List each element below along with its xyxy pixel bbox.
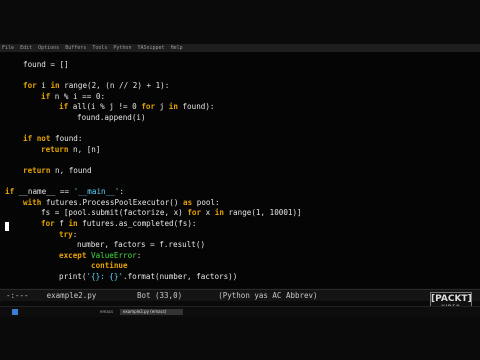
- app-icon[interactable]: [12, 309, 18, 315]
- code-line: except ValueError:: [59, 250, 142, 260]
- code-line: print('{}: {}'.format(number, factors)): [59, 271, 238, 281]
- menu-buffers[interactable]: Buffers: [65, 45, 86, 51]
- menu-options[interactable]: Options: [38, 45, 59, 51]
- menu-python[interactable]: Python: [113, 45, 131, 51]
- code-line: try:: [59, 229, 78, 239]
- taskbar-window-button[interactable]: example2.py (emacs): [120, 309, 183, 315]
- code-line: if n % i == 0:: [41, 91, 106, 101]
- buffer-position: Bot (33,0): [136, 291, 183, 300]
- code-line: if all(i % j != 0 for j in found):: [59, 102, 215, 112]
- code-line: for f in futures.as_completed(fs):: [41, 218, 197, 228]
- code-line: fs = [pool.submit(factorize, x) for x in…: [41, 208, 302, 218]
- menu-yasnippet[interactable]: YASnippet: [137, 45, 164, 51]
- mode-line: -:--- example2.py Bot (33,0) (Python yas…: [0, 289, 480, 301]
- code-line: with futures.ProcessPoolExecutor() as po…: [23, 197, 220, 207]
- menu-bar: File Edit Options Buffers Tools Python Y…: [0, 44, 480, 52]
- major-minor-modes: (Python yas AC Abbrev): [218, 291, 318, 300]
- menu-file[interactable]: File: [2, 45, 14, 51]
- menu-edit[interactable]: Edit: [20, 45, 32, 51]
- menu-tools[interactable]: Tools: [92, 45, 107, 51]
- buffer-filename: example2.py: [46, 291, 97, 300]
- code-line: found = []: [23, 60, 69, 69]
- code-line: return n, found: [23, 165, 92, 175]
- text-cursor: [5, 222, 9, 231]
- code-line: for i in range(2, (n // 2) + 1):: [23, 81, 170, 91]
- code-line: if __name__ == '__main__':: [5, 187, 124, 197]
- code-line: if not found:: [23, 134, 83, 144]
- code-editor[interactable]: found = [] for i in range(2, (n // 2) + …: [0, 52, 480, 288]
- code-line: return n, [n]: [41, 144, 101, 154]
- taskbar: emacs example2.py (emacs): [0, 306, 480, 317]
- menu-help[interactable]: Help: [171, 45, 183, 51]
- code-line: continue: [91, 261, 128, 271]
- code-line: number, factors = f.result(): [77, 240, 206, 250]
- taskbar-app-label: emacs: [100, 309, 114, 314]
- code-line: found.append(i): [77, 112, 146, 122]
- buffer-status: -:---: [6, 291, 29, 300]
